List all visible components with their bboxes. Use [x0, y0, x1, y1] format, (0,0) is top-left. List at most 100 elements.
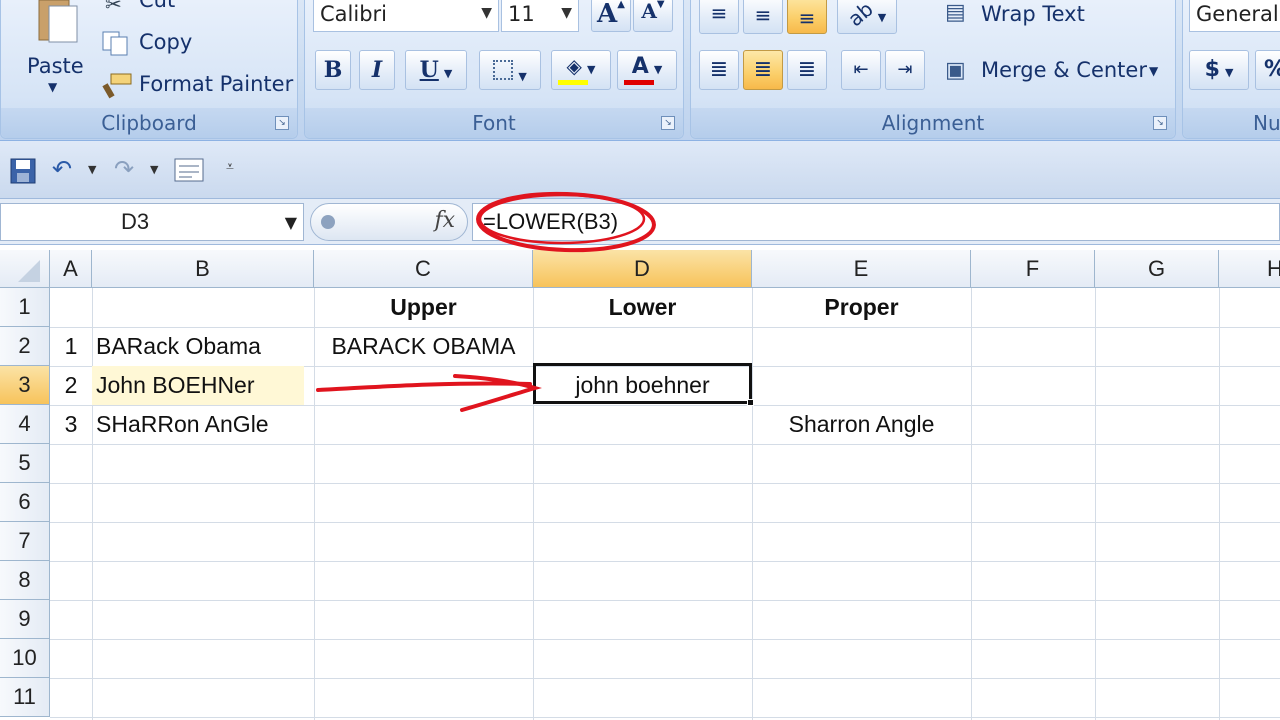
undo-icon[interactable]: ↶ — [52, 155, 72, 183]
cell-b2[interactable]: BARack Obama — [92, 327, 314, 366]
paste-icon[interactable] — [33, 0, 81, 44]
insert-function-icon[interactable]: fx — [434, 208, 455, 233]
font-launcher-icon[interactable]: ↘ — [661, 116, 675, 130]
formula-input[interactable]: =LOWER(B3) — [472, 203, 1280, 241]
font-color-button[interactable]: A ▼ — [617, 50, 677, 90]
column-header-d[interactable]: D — [533, 250, 752, 288]
clipboard-group: Paste ▼ ✂ Cut Copy Format Painter Clipbo… — [0, 0, 298, 139]
gridline — [971, 288, 972, 720]
cell-d1[interactable]: Lower — [533, 288, 752, 327]
row-header-3[interactable]: 3 — [0, 366, 50, 405]
currency-button[interactable]: $ ▼ — [1189, 50, 1249, 90]
shrink-font-button[interactable]: A▼ — [633, 0, 673, 32]
italic-button[interactable]: I — [359, 50, 395, 90]
fill-handle[interactable] — [747, 399, 754, 406]
row-header-4[interactable]: 4 — [0, 405, 50, 444]
row-header-6[interactable]: 6 — [0, 483, 50, 522]
column-header-e[interactable]: E — [752, 250, 971, 288]
borders-button[interactable]: ▼ — [479, 50, 541, 90]
align-right-button[interactable]: ≣ — [787, 50, 827, 90]
grow-font-button[interactable]: A▲ — [591, 0, 631, 32]
font-size-dropdown-icon[interactable]: ▼ — [561, 5, 572, 21]
font-name-dropdown-icon[interactable]: ▼ — [481, 5, 492, 21]
fill-color-swatch — [558, 80, 588, 85]
font-name-combo[interactable]: Calibri ▼ — [313, 0, 499, 32]
fill-color-button[interactable]: ◈ ▼ — [551, 50, 611, 90]
gridline — [1095, 288, 1096, 720]
paste-dropdown-icon[interactable]: ▼ — [48, 80, 57, 94]
save-icon[interactable] — [10, 158, 36, 188]
bold-button[interactable]: B — [315, 50, 351, 90]
alignment-group-label: Alignment — [691, 108, 1175, 138]
undo-dropdown-icon[interactable]: ▼ — [88, 163, 96, 176]
cell-a3[interactable]: 2 — [50, 366, 92, 405]
cell-c2[interactable]: BARACK OBAMA — [314, 327, 533, 366]
align-center-button[interactable]: ≣ — [743, 50, 783, 90]
cell-e1[interactable]: Proper — [752, 288, 971, 327]
percent-button[interactable]: % — [1255, 50, 1280, 90]
cell-a4[interactable]: 3 — [50, 405, 92, 444]
format-painter-icon[interactable] — [101, 72, 133, 104]
name-box-dropdown-icon[interactable]: ▼ — [285, 213, 297, 232]
increase-indent-button[interactable]: ⇥ — [885, 50, 925, 90]
gridline — [1219, 288, 1220, 720]
cell-b3[interactable]: John BOEHNer — [92, 366, 304, 405]
row-header-10[interactable]: 10 — [0, 639, 50, 678]
name-box-value: D3 — [121, 209, 150, 234]
copy-button-label[interactable]: Copy — [139, 30, 192, 54]
select-all-button[interactable] — [0, 250, 50, 288]
merge-center-icon[interactable]: ▣ — [945, 58, 966, 83]
column-header-h[interactable]: H — [1219, 250, 1280, 288]
align-top-icon: ≡ — [710, 1, 728, 25]
cut-icon[interactable]: ✂ — [105, 0, 122, 16]
orientation-button[interactable]: ab ▼ — [837, 0, 897, 34]
align-top-button[interactable]: ≡ — [699, 0, 739, 34]
merge-center-dropdown-icon[interactable]: ▼ — [1149, 64, 1158, 78]
cell-e4[interactable]: Sharron Angle — [752, 405, 971, 444]
cut-button-label[interactable]: Cut — [139, 0, 175, 12]
underline-icon: U — [419, 57, 439, 83]
column-header-g[interactable]: G — [1095, 250, 1219, 288]
copy-icon[interactable] — [101, 30, 131, 60]
row-header-1[interactable]: 1 — [0, 288, 50, 327]
underline-button[interactable]: U ▼ — [405, 50, 467, 90]
paste-button-label[interactable]: Paste — [27, 54, 84, 78]
column-header-c[interactable]: C — [314, 250, 533, 288]
merge-center-button-label[interactable]: Merge & Center — [981, 58, 1147, 82]
row-header-2[interactable]: 2 — [0, 327, 50, 366]
align-bottom-button[interactable]: ≡ — [787, 0, 827, 34]
row-header-5[interactable]: 5 — [0, 444, 50, 483]
row-header-8[interactable]: 8 — [0, 561, 50, 600]
redo-icon[interactable]: ↷ — [114, 155, 134, 183]
form-icon[interactable] — [174, 157, 204, 187]
alignment-launcher-icon[interactable]: ↘ — [1153, 116, 1167, 130]
decrease-indent-button[interactable]: ⇤ — [841, 50, 881, 90]
row-header-11[interactable]: 11 — [0, 678, 50, 717]
ribbon: Paste ▼ ✂ Cut Copy Format Painter Clipbo… — [0, 0, 1280, 141]
font-size-combo[interactable]: 11 ▼ — [501, 0, 579, 32]
number-format-combo[interactable]: General — [1189, 0, 1280, 32]
align-middle-button[interactable]: ≡ — [743, 0, 783, 34]
currency-dropdown-icon[interactable]: ▼ — [1225, 66, 1233, 79]
name-box[interactable]: D3 ▼ — [0, 203, 304, 241]
cell-b4[interactable]: SHaRRon AnGle — [92, 405, 314, 444]
column-header-f[interactable]: F — [971, 250, 1095, 288]
redo-dropdown-icon[interactable]: ▼ — [150, 163, 158, 176]
wrap-text-button-label[interactable]: Wrap Text — [981, 2, 1085, 26]
font-color-dropdown-icon[interactable]: ▼ — [654, 63, 662, 76]
fill-color-dropdown-icon[interactable]: ▼ — [587, 63, 595, 76]
borders-dropdown-icon[interactable]: ▼ — [518, 70, 526, 83]
cell-c1[interactable]: Upper — [314, 288, 533, 327]
wrap-text-icon[interactable]: ▤ — [945, 0, 966, 25]
row-header-7[interactable]: 7 — [0, 522, 50, 561]
formula-bar-grip-icon[interactable] — [321, 215, 335, 229]
underline-dropdown-icon[interactable]: ▼ — [444, 67, 452, 80]
clipboard-launcher-icon[interactable]: ↘ — [275, 116, 289, 130]
row-header-9[interactable]: 9 — [0, 600, 50, 639]
format-painter-button-label[interactable]: Format Painter — [139, 72, 293, 96]
column-header-b[interactable]: B — [92, 250, 314, 288]
column-header-a[interactable]: A — [50, 250, 92, 288]
customize-qat-icon[interactable]: ⩡ — [226, 159, 234, 175]
align-left-button[interactable]: ≣ — [699, 50, 739, 90]
cell-a2[interactable]: 1 — [50, 327, 92, 366]
